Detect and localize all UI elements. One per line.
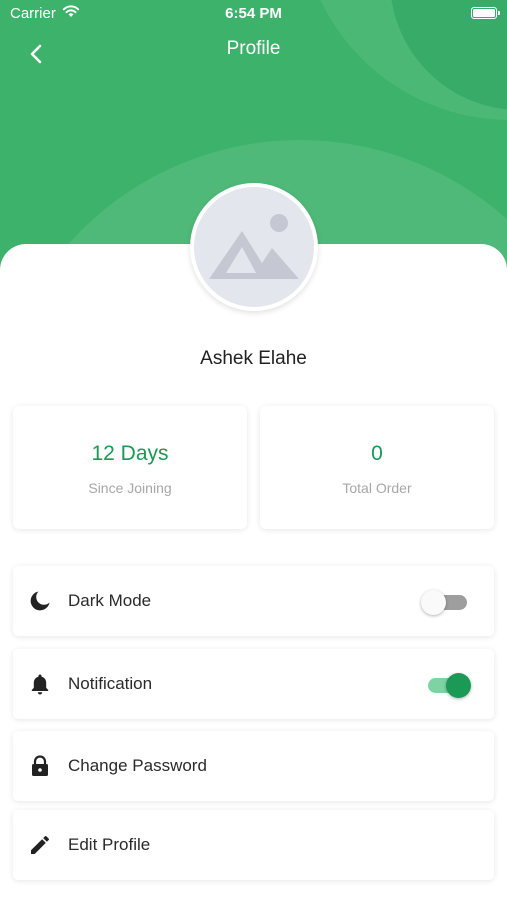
stat-value: 12 Days xyxy=(91,442,169,465)
menu-item-dark-mode[interactable]: Dark Mode xyxy=(13,566,494,636)
menu-item-change-password[interactable]: Change Password xyxy=(13,731,494,801)
page-title: Profile xyxy=(226,38,281,59)
user-name: Ashek Elahe xyxy=(200,348,307,369)
menu-item-notification[interactable]: Notification xyxy=(13,649,494,719)
image-placeholder-icon xyxy=(209,214,299,279)
pencil-icon xyxy=(31,836,49,854)
avatar[interactable] xyxy=(190,183,318,311)
stat-card-orders: 0 Total Order xyxy=(260,406,494,529)
moon-icon xyxy=(30,591,50,611)
clock: 6:54 PM xyxy=(225,5,282,22)
stat-card-days: 12 Days Since Joining xyxy=(13,406,247,529)
lock-icon xyxy=(32,755,48,776)
menu-item-label: Edit Profile xyxy=(68,835,151,854)
notification-toggle[interactable] xyxy=(426,672,471,698)
stat-label: Total Order xyxy=(342,480,412,496)
menu-item-edit-profile[interactable]: Edit Profile xyxy=(13,810,494,880)
menu-item-label: Dark Mode xyxy=(68,591,152,610)
stat-label: Since Joining xyxy=(88,480,172,496)
dark-mode-toggle[interactable] xyxy=(421,589,469,615)
menu-item-label: Change Password xyxy=(68,756,207,775)
stat-value: 0 xyxy=(371,442,383,465)
menu-item-label: Notification xyxy=(68,674,153,693)
bell-icon xyxy=(31,674,49,695)
battery-icon xyxy=(471,7,500,19)
status-bar: Carrier 6:54 PM xyxy=(0,0,507,28)
